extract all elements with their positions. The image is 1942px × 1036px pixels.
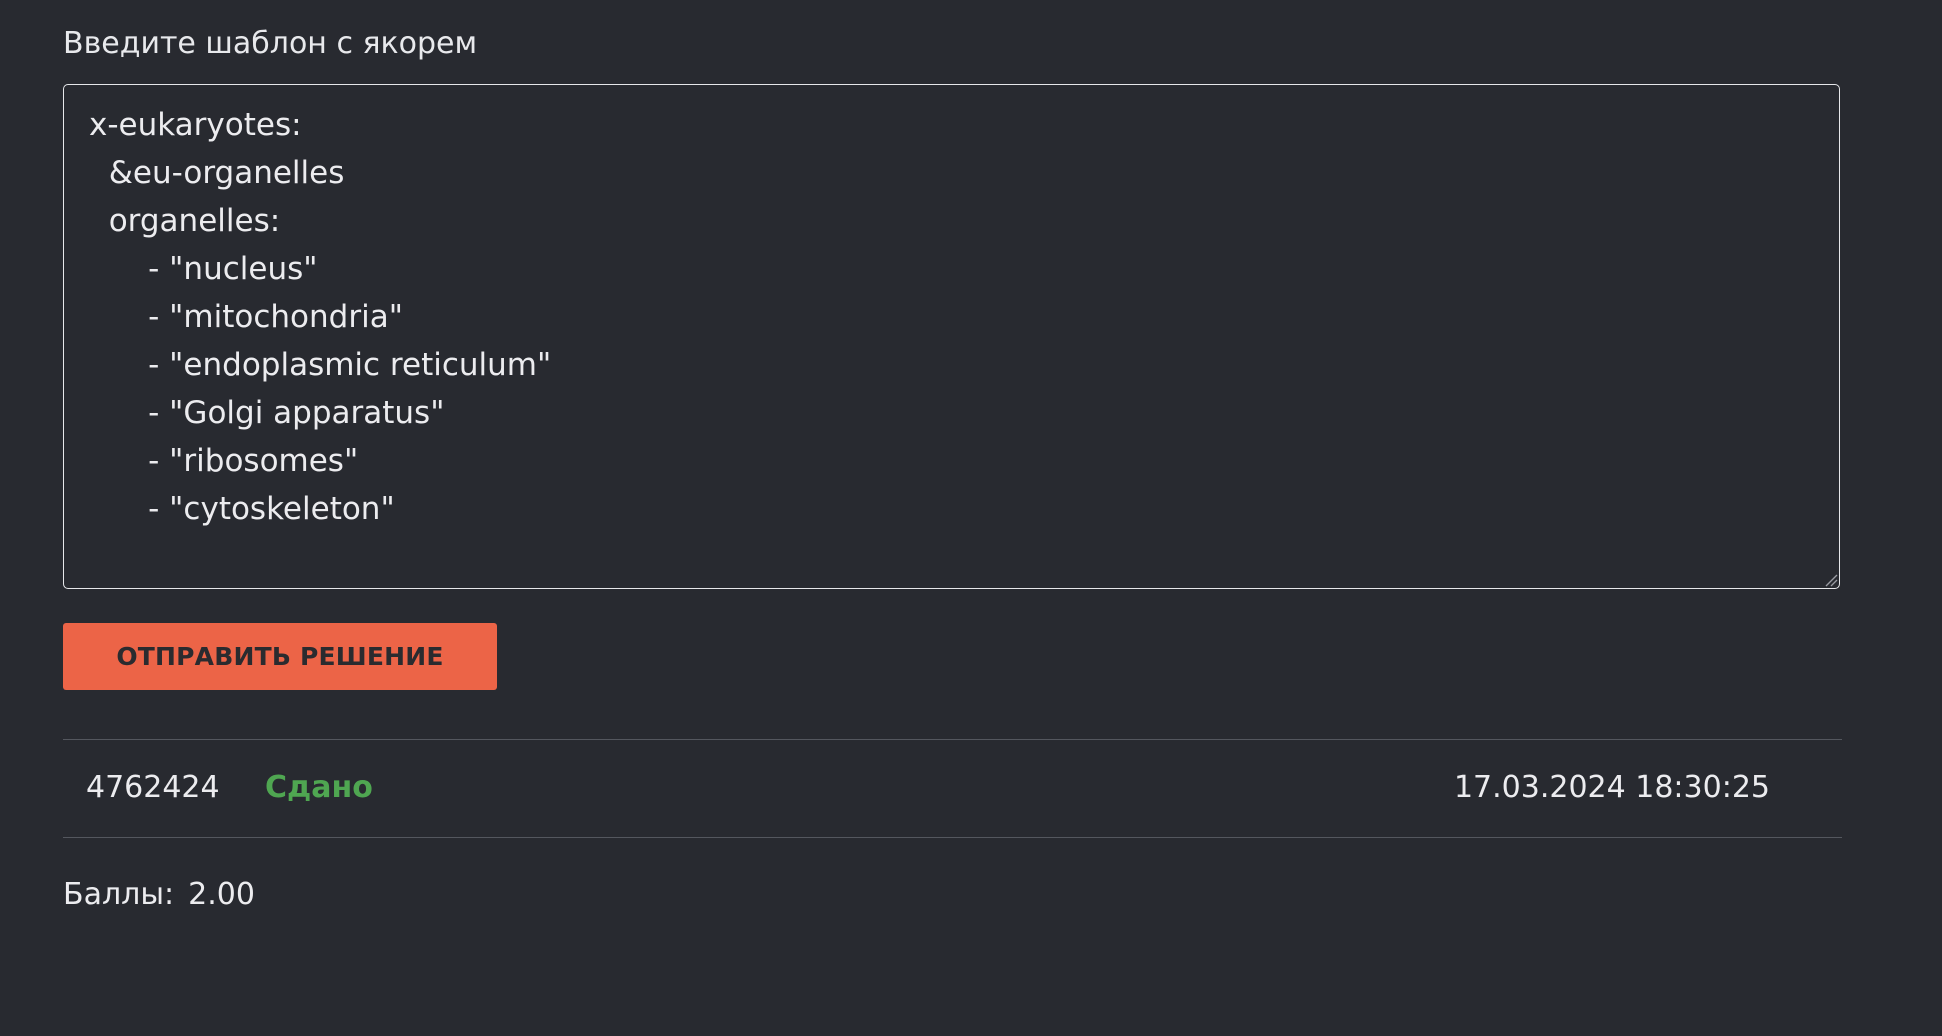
code-line[interactable]: - "cytoskeleton" bbox=[89, 485, 551, 533]
status-badge: Сдано bbox=[265, 770, 373, 805]
code-line[interactable]: organelles: bbox=[89, 197, 551, 245]
code-line[interactable]: &eu-organelles bbox=[89, 149, 551, 197]
submit-solution-button[interactable]: ОТПРАВИТЬ РЕШЕНИЕ bbox=[63, 623, 497, 690]
template-prompt-label: Введите шаблон с якорем bbox=[63, 26, 478, 61]
code-line[interactable]: x-eukaryotes: bbox=[89, 101, 551, 149]
code-line[interactable]: - "mitochondria" bbox=[89, 293, 551, 341]
code-line[interactable]: - "Golgi apparatus" bbox=[89, 389, 551, 437]
score-label: Баллы: bbox=[63, 877, 175, 912]
score-line: Баллы: 2.00 bbox=[63, 874, 255, 916]
submission-id: 4762424 bbox=[86, 770, 220, 805]
code-line[interactable]: - "ribosomes" bbox=[89, 437, 551, 485]
score-value: 2.00 bbox=[188, 877, 255, 912]
code-line[interactable]: - "nucleus" bbox=[89, 245, 551, 293]
submission-timestamp: 17.03.2024 18:30:25 bbox=[1453, 770, 1770, 805]
divider bbox=[63, 837, 1842, 838]
submission-row: 4762424 Сдано 17.03.2024 18:30:25 bbox=[63, 740, 1842, 837]
code-line[interactable]: - "endoplasmic reticulum" bbox=[89, 341, 551, 389]
code-content[interactable]: x-eukaryotes: &eu-organelles organelles:… bbox=[89, 101, 551, 533]
resize-grip-icon[interactable] bbox=[1822, 571, 1838, 587]
code-editor[interactable]: x-eukaryotes: &eu-organelles organelles:… bbox=[63, 84, 1840, 589]
